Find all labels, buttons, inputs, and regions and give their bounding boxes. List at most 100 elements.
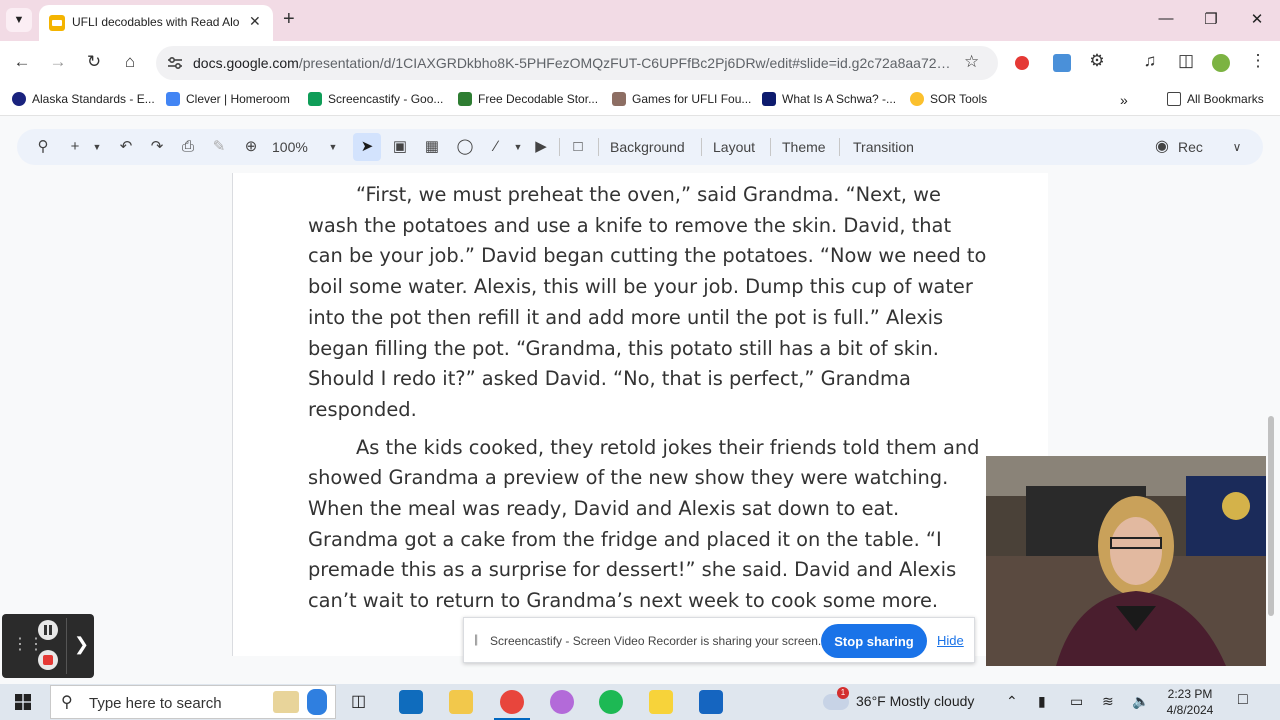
stop-recording-button[interactable]: [38, 650, 58, 670]
undo-icon[interactable]: ↶: [116, 138, 136, 156]
webcam-image: [986, 456, 1266, 666]
forward-icon[interactable]: →: [46, 52, 70, 72]
theme-button[interactable]: Theme: [782, 139, 826, 155]
hide-link[interactable]: Hide: [937, 633, 964, 648]
stop-sharing-button[interactable]: Stop sharing: [821, 624, 927, 658]
story-text[interactable]: “First, we must preheat the oven,” said …: [308, 180, 988, 617]
paint-format-icon[interactable]: ✎: [209, 138, 229, 156]
text-box-icon[interactable]: ▣: [390, 138, 410, 156]
snipping-tool-icon[interactable]: [550, 690, 574, 714]
slides-favicon-icon: [49, 15, 65, 31]
bookmark-free-decodable[interactable]: Free Decodable Stor...: [458, 92, 598, 106]
pause-recording-button[interactable]: [38, 620, 58, 640]
browser-toolbar: ← → ↻ ⌂ docs.google.com/presentation/d/1…: [0, 41, 1280, 85]
bookmark-schwa[interactable]: What Is A Schwa? -...: [762, 92, 896, 106]
expand-chevron-icon[interactable]: ❯: [74, 634, 89, 655]
line-icon[interactable]: ∕: [486, 138, 506, 156]
weather-badge: 1: [837, 687, 849, 699]
new-slide-icon[interactable]: +: [65, 138, 85, 156]
chrome-icon[interactable]: [500, 690, 524, 714]
microphone-icon[interactable]: ▮: [1038, 693, 1046, 710]
spotify-icon[interactable]: [599, 690, 623, 714]
toolbar-divider: [701, 138, 702, 156]
browser-menu-icon[interactable]: ⋮: [1246, 51, 1270, 71]
google-drive-icon: [308, 92, 322, 106]
volume-icon[interactable]: 🔈: [1132, 693, 1149, 710]
remote-desktop-icon[interactable]: [699, 690, 723, 714]
media-control-icon[interactable]: ♫: [1138, 51, 1162, 71]
clock-time: 2:23 PM: [1167, 687, 1213, 701]
new-slide-dropdown-icon[interactable]: ▼: [87, 138, 107, 156]
outlook-icon[interactable]: [399, 690, 423, 714]
taskbar-search-box[interactable]: ⚲ Type here to search: [50, 685, 336, 719]
side-panel-icon[interactable]: ◫: [1174, 51, 1198, 71]
taskbar-clock[interactable]: 2:23 PM 4/8/2024: [1160, 686, 1220, 718]
search-highlight-icon: [307, 689, 327, 715]
task-view-icon[interactable]: ◫: [351, 691, 366, 711]
slides-toolbar: ⚲ + ▼ ↶ ↷ ⎙ ✎ ⊕ 100% ▼ ➤ ▣ ▦ ◯ ∕ ▼ ▶ □ B…: [17, 129, 1263, 165]
bookmark-star-icon[interactable]: ☆: [964, 52, 979, 72]
home-icon[interactable]: ⌂: [118, 52, 142, 72]
bookmarks-bar: Alaska Standards - E... Clever | Homeroo…: [0, 85, 1280, 115]
tab-strip: ▼ UFLI decodables with Read Alo ✕ + — ❐ …: [0, 0, 1280, 41]
bookmark-icon: [910, 92, 924, 106]
bookmark-screencastify[interactable]: Screencastify - Goo...: [308, 92, 443, 106]
file-explorer-icon[interactable]: [449, 690, 473, 714]
line-dropdown-icon[interactable]: ▼: [508, 138, 528, 156]
screencastify-extension-icon[interactable]: [1015, 56, 1029, 70]
notifications-icon[interactable]: □: [1238, 691, 1248, 709]
tab-close-icon[interactable]: ✕: [249, 13, 261, 30]
vertical-scrollbar[interactable]: [1268, 416, 1274, 616]
restore-icon[interactable]: ❐: [1201, 10, 1221, 28]
tab-title: UFLI decodables with Read Alo: [72, 15, 240, 29]
print-icon[interactable]: ⎙: [178, 138, 198, 156]
insert-video-icon[interactable]: ▶: [531, 138, 551, 156]
collapse-chevron-icon[interactable]: ∨: [1227, 138, 1247, 156]
battery-icon[interactable]: ▭: [1070, 693, 1083, 710]
search-menus-icon[interactable]: ⚲: [33, 138, 53, 156]
all-bookmarks-folder[interactable]: All Bookmarks: [1167, 92, 1264, 106]
search-highlight-icon: [273, 691, 299, 713]
drag-handle-icon[interactable]: ⋮⋮: [12, 634, 44, 654]
shape-icon[interactable]: ◯: [455, 138, 475, 156]
screencastify-controls: ⋮⋮ ❯: [2, 614, 94, 678]
site-info-icon[interactable]: [166, 54, 184, 72]
zoom-icon[interactable]: ⊕: [241, 138, 261, 156]
reload-icon[interactable]: ↻: [82, 52, 106, 72]
back-icon[interactable]: ←: [10, 52, 34, 72]
insert-comment-icon[interactable]: □: [568, 138, 588, 156]
close-window-icon[interactable]: ✕: [1247, 10, 1267, 28]
more-bookmarks-chevron-icon[interactable]: »: [1120, 92, 1128, 108]
tab-search-button[interactable]: ▼: [6, 8, 32, 32]
layout-button[interactable]: Layout: [713, 139, 755, 155]
extension-icon[interactable]: [1053, 54, 1071, 72]
windows-start-icon[interactable]: [15, 694, 31, 710]
extensions-puzzle-icon[interactable]: ⚙: [1085, 51, 1109, 71]
folder-icon: [1167, 92, 1181, 106]
sticky-notes-icon[interactable]: [649, 690, 673, 714]
bookmark-sor-tools[interactable]: SOR Tools: [910, 92, 987, 106]
new-tab-icon[interactable]: +: [283, 8, 295, 30]
active-tab[interactable]: UFLI decodables with Read Alo ✕: [39, 5, 273, 41]
address-bar[interactable]: docs.google.com/presentation/d/1CIAXGRDk…: [156, 46, 998, 80]
slide-canvas[interactable]: “First, we must preheat the oven,” said …: [232, 173, 1048, 656]
transition-button[interactable]: Transition: [853, 139, 914, 155]
background-button[interactable]: Background: [610, 139, 685, 155]
bookmark-icon: [762, 92, 776, 106]
minimize-icon[interactable]: —: [1156, 10, 1176, 27]
rec-icon[interactable]: ◉: [1152, 138, 1172, 156]
bookmark-clever[interactable]: Clever | Homeroom: [166, 92, 290, 106]
bookmark-games-ufli[interactable]: Games for UFLI Fou...: [612, 92, 751, 106]
rec-button[interactable]: Rec: [1178, 139, 1203, 155]
insert-image-icon[interactable]: ▦: [422, 138, 442, 156]
bookmark-icon: [166, 92, 180, 106]
profile-avatar-icon[interactable]: [1212, 54, 1230, 72]
sharing-bar-grip-icon[interactable]: ||: [474, 632, 478, 646]
wifi-icon[interactable]: ≋: [1102, 693, 1114, 710]
weather-text[interactable]: 36°F Mostly cloudy: [856, 693, 974, 709]
bookmark-alaska-standards[interactable]: Alaska Standards - E...: [12, 92, 155, 106]
zoom-level[interactable]: 100%: [272, 139, 308, 155]
zoom-dropdown-icon[interactable]: ▼: [323, 138, 343, 156]
redo-icon[interactable]: ↷: [147, 138, 167, 156]
show-hidden-icons-icon[interactable]: ⌃: [1006, 693, 1018, 710]
